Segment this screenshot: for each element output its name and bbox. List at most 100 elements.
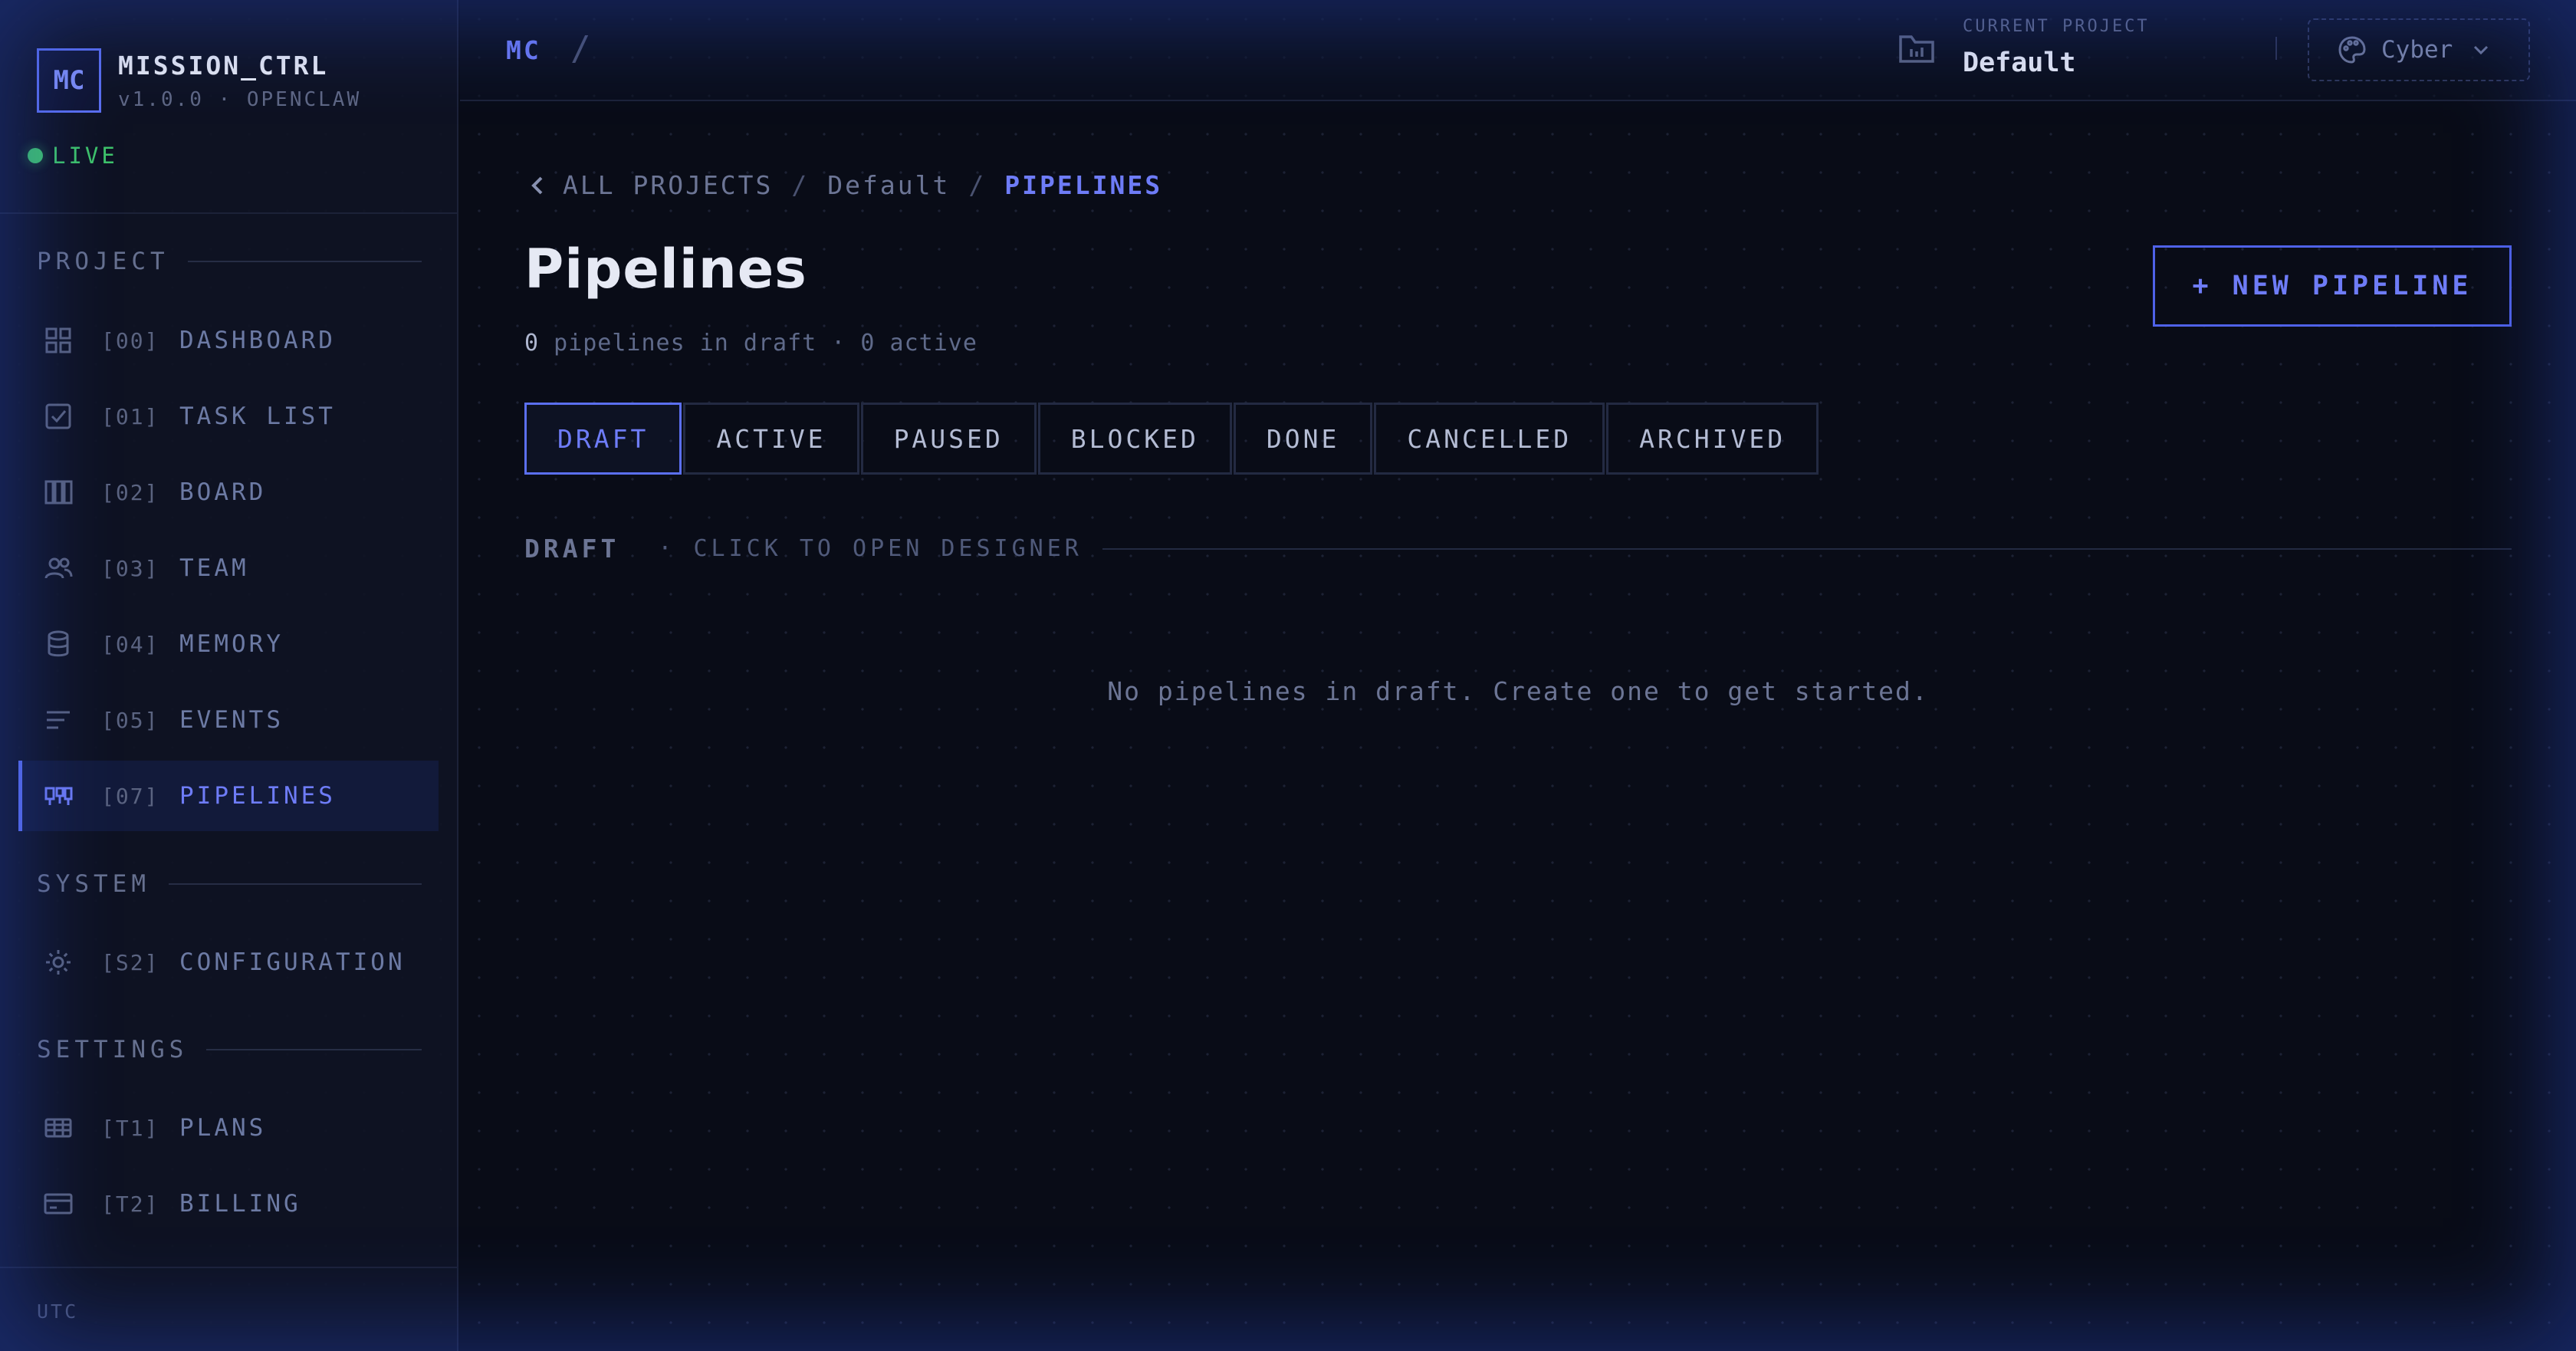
section-title-project: PROJECT <box>37 246 422 277</box>
new-pipeline-button[interactable]: + NEW PIPELINE <box>2153 245 2512 327</box>
sidebar-item-team[interactable]: [03] TEAM <box>18 533 439 603</box>
tab-draft[interactable]: DRAFT <box>524 403 682 475</box>
tab-cancelled[interactable]: CANCELLED <box>1374 403 1605 475</box>
brand-text: MISSION_CTRL v1.0.0 · OPENCLAW <box>118 51 361 111</box>
app-root: MC MISSION_CTRL v1.0.0 · OPENCLAW LIVE P… <box>0 0 2576 1351</box>
breadcrumb-all-projects[interactable]: ALL PROJECTS <box>563 170 773 200</box>
section-title-system: SYSTEM <box>37 869 422 899</box>
group-header: DRAFT · CLICK TO OPEN DESIGNER <box>524 534 2512 564</box>
active-count-text: active <box>889 330 978 357</box>
breadcrumb: ALL PROJECTS / Default / PIPELINES <box>527 170 1162 200</box>
sidebar-item-label: BOARD <box>179 478 267 506</box>
sidebar-item-code: [05] <box>101 707 159 733</box>
sidebar-divider <box>0 212 458 214</box>
sidebar-item-plans[interactable]: [T1] PLANS <box>18 1093 439 1163</box>
theme-label: Cyber <box>2381 36 2453 64</box>
section-title-label: SETTINGS <box>37 1036 189 1063</box>
group-title: DRAFT <box>524 534 620 564</box>
section-title-settings: SETTINGS <box>37 1034 422 1065</box>
sidebar-item-code: [03] <box>101 555 159 581</box>
sidebar-item-code: [T1] <box>101 1115 159 1141</box>
brand-logo: MC <box>37 48 101 113</box>
timezone-label: UTC <box>37 1300 79 1323</box>
live-status: LIVE <box>28 143 118 169</box>
card-icon <box>43 1188 74 1219</box>
section-title-label: PROJECT <box>37 248 169 275</box>
gear-icon <box>43 947 74 978</box>
brand-name: MISSION_CTRL <box>118 50 329 81</box>
tab-blocked[interactable]: BLOCKED <box>1037 403 1232 475</box>
sidebar-item-label: PIPELINES <box>179 782 336 810</box>
database-icon <box>43 629 74 659</box>
palette-icon <box>2338 36 2366 64</box>
group-hint: · CLICK TO OPEN DESIGNER <box>658 535 1083 562</box>
sidebar: MC MISSION_CTRL v1.0.0 · OPENCLAW LIVE P… <box>0 0 458 1351</box>
section-title-label: SYSTEM <box>37 870 150 898</box>
users-icon <box>43 553 74 583</box>
sidebar-item-code: [01] <box>101 403 159 429</box>
sidebar-item-label: TASK LIST <box>179 403 336 430</box>
sidebar-item-code: [00] <box>101 327 159 353</box>
sidebar-item-label: CONFIGURATION <box>179 948 406 976</box>
top-bar: MC / CURRENT PROJECT Default Cyber <box>460 0 2576 101</box>
live-label: LIVE <box>52 143 118 169</box>
sidebar-item-pipelines[interactable]: [07] PIPELINES <box>18 761 439 831</box>
header-separator: / <box>570 29 591 68</box>
list-icon <box>43 705 74 735</box>
sidebar-item-code: [S2] <box>101 949 159 975</box>
header-divider <box>2275 37 2277 60</box>
status-tabs: DRAFT ACTIVE PAUSED BLOCKED DONE CANCELL… <box>524 403 1820 475</box>
chevron-down-icon <box>2474 45 2489 55</box>
brand-version: v1.0.0 · OPENCLAW <box>118 87 362 111</box>
sidebar-footer-divider <box>0 1267 458 1268</box>
sidebar-item-label: MEMORY <box>179 630 284 658</box>
theme-selector[interactable]: Cyber <box>2308 18 2530 81</box>
chevron-left-icon[interactable] <box>527 174 547 197</box>
sidebar-item-task-list[interactable]: [01] TASK LIST <box>18 381 439 452</box>
tab-paused[interactable]: PAUSED <box>860 403 1037 475</box>
pipeline-icon <box>43 781 74 811</box>
breadcrumb-separator: / <box>791 170 810 200</box>
sidebar-item-code: [07] <box>101 783 159 809</box>
header-root-link[interactable]: MC <box>506 35 541 65</box>
empty-state-message: No pipelines in draft. Create one to get… <box>1107 676 1929 706</box>
folder-chart-icon <box>1899 35 1934 63</box>
group-divider <box>1102 547 2512 550</box>
section-divider <box>187 261 422 262</box>
sidebar-item-board[interactable]: [02] BOARD <box>18 457 439 528</box>
sidebar-item-billing[interactable]: [T2] BILLING <box>18 1169 439 1239</box>
sidebar-item-dashboard[interactable]: [00] DASHBOARD <box>18 305 439 376</box>
breadcrumb-project[interactable]: Default <box>827 170 950 200</box>
subtitle-dot: · <box>831 330 846 357</box>
sidebar-item-label: DASHBOARD <box>179 327 336 354</box>
active-count: 0 <box>860 330 876 357</box>
sidebar-item-code: [02] <box>101 479 159 505</box>
columns-icon <box>43 477 74 508</box>
sidebar-item-code: [04] <box>101 631 159 657</box>
brand[interactable]: MC MISSION_CTRL v1.0.0 · OPENCLAW <box>37 48 361 113</box>
sidebar-item-label: PLANS <box>179 1114 267 1142</box>
tab-done[interactable]: DONE <box>1233 403 1373 475</box>
breadcrumb-separator: / <box>968 170 987 200</box>
table-icon <box>43 1113 74 1143</box>
sidebar-item-label: EVENTS <box>179 706 284 734</box>
draft-count-text: pipelines in draft <box>554 330 817 357</box>
live-dot-icon <box>28 148 43 163</box>
sidebar-item-memory[interactable]: [04] MEMORY <box>18 609 439 679</box>
tab-active[interactable]: ACTIVE <box>683 403 859 475</box>
current-project-caption: CURRENT PROJECT <box>1963 17 2150 36</box>
sidebar-item-code: [T2] <box>101 1191 159 1217</box>
tab-archived[interactable]: ARCHIVED <box>1606 403 1819 475</box>
page-title: Pipelines <box>524 238 807 301</box>
checkbox-icon <box>43 401 74 432</box>
sidebar-item-label: TEAM <box>179 554 249 582</box>
grid-icon <box>43 325 74 356</box>
section-divider <box>206 1049 422 1050</box>
current-project-name[interactable]: Default <box>1963 48 2076 78</box>
sidebar-item-configuration[interactable]: [S2] CONFIGURATION <box>18 927 439 998</box>
section-divider <box>168 883 422 885</box>
breadcrumb-current: PIPELINES <box>1004 170 1163 200</box>
draft-count: 0 <box>524 330 540 357</box>
sidebar-item-label: BILLING <box>179 1190 301 1218</box>
page-subtitle: 0 pipelines in draft · 0 active <box>524 330 978 357</box>
